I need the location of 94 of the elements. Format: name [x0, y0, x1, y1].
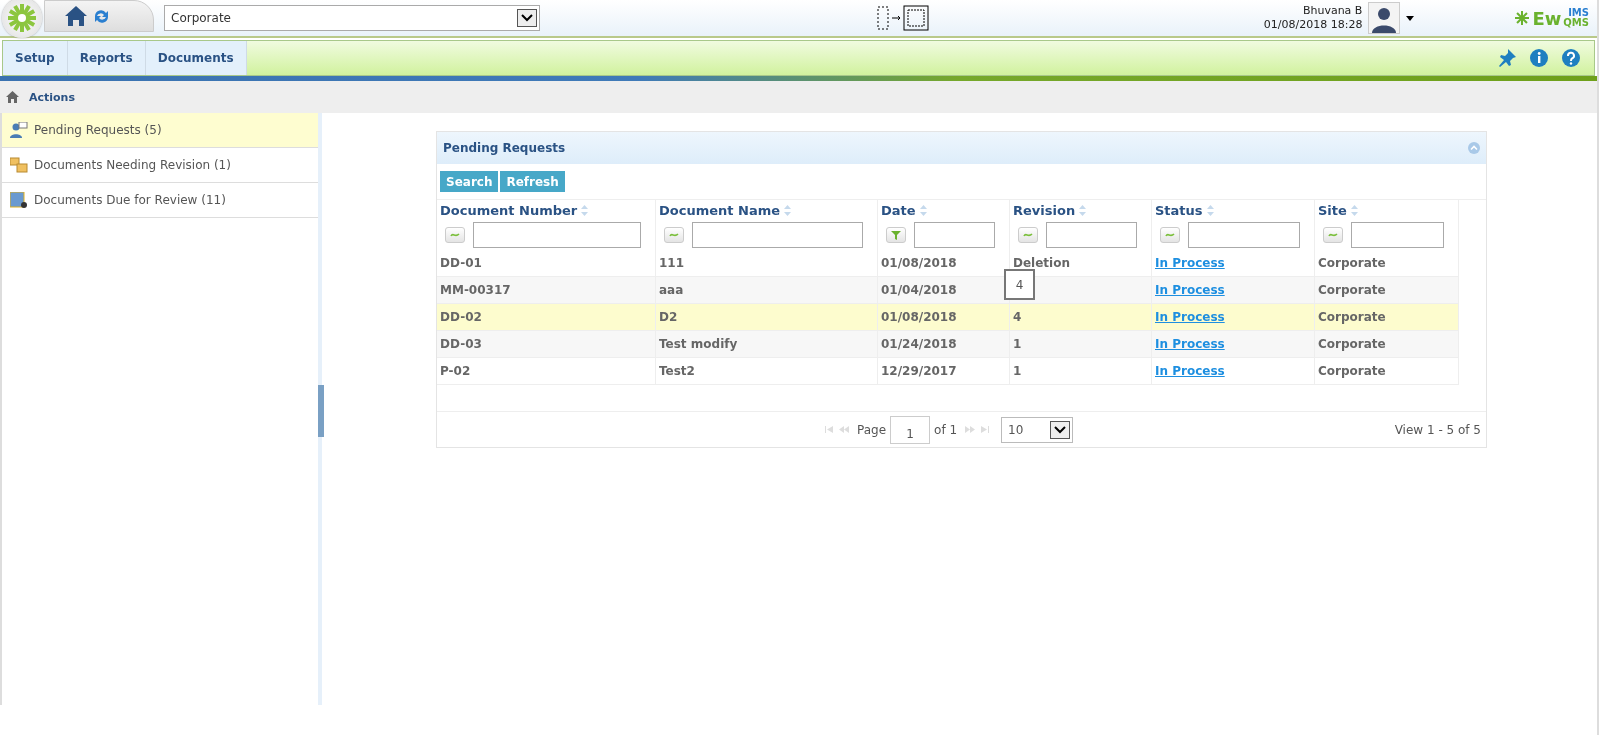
date-cell: 01/24/2018	[881, 337, 957, 351]
filter-field[interactable]	[1046, 222, 1137, 248]
next-page-icon[interactable]	[965, 426, 976, 433]
document-icon	[10, 192, 28, 208]
brand-tag: IMS	[1563, 8, 1589, 18]
refresh-icon[interactable]	[93, 7, 110, 25]
home-icon[interactable]	[6, 91, 19, 103]
site-cell: Corporate	[1318, 256, 1386, 270]
date-cell: 01/04/2018	[881, 283, 957, 297]
page-count: of 1	[934, 422, 958, 437]
sort-icon	[1206, 204, 1214, 216]
revision-cell: 1	[1013, 364, 1022, 378]
document-number-cell: MM-00317	[440, 283, 511, 297]
column-header[interactable]: Document Name	[656, 200, 878, 220]
revision-cell: Deletion	[1013, 256, 1070, 270]
sort-icon	[784, 204, 792, 216]
filter-option-button[interactable]	[1160, 227, 1180, 243]
menu-item[interactable]: Setup	[3, 41, 68, 75]
filter-icon	[891, 230, 901, 240]
filter-field[interactable]	[692, 222, 863, 248]
document-number-cell: DD-02	[440, 310, 482, 324]
panel-title: Pending Requests	[443, 141, 566, 155]
first-page-icon[interactable]	[825, 426, 833, 433]
tilde-icon	[1165, 232, 1175, 238]
help-icon[interactable]	[1562, 49, 1580, 67]
column-header[interactable]: Revision	[1010, 200, 1152, 220]
menu-item[interactable]: Reports	[67, 41, 146, 75]
sort-icon	[1350, 204, 1358, 216]
document-name-cell: Test modify	[659, 337, 738, 351]
tilde-icon	[1328, 232, 1338, 238]
document-name-cell: 111	[659, 256, 685, 270]
flower-icon	[1514, 10, 1531, 26]
avatar[interactable]	[1368, 2, 1401, 34]
document-number-cell: P-02	[440, 364, 471, 378]
filter-option-button[interactable]	[1323, 227, 1343, 243]
caret-icon[interactable]	[1406, 15, 1415, 21]
brand-name: Ew	[1532, 7, 1562, 29]
caret-icon	[521, 14, 533, 22]
document-number-cell: DD-01	[440, 256, 482, 270]
site-cell: Corporate	[1318, 283, 1386, 297]
site-select[interactable]: Corporate	[164, 5, 540, 31]
site-cell: Corporate	[1318, 364, 1386, 378]
column-header[interactable]: Status	[1152, 200, 1315, 220]
filter-field[interactable]	[914, 222, 995, 248]
filter-field[interactable]	[1188, 222, 1300, 248]
page-size-select[interactable]: 10	[1001, 416, 1074, 443]
transfer-icon	[874, 5, 932, 31]
record-count: View 1 - 5 of 5	[1394, 422, 1481, 437]
date-cell: 01/08/2018	[881, 310, 957, 324]
date-time: 01/08/2018 18:28	[1263, 18, 1363, 32]
user-name: Bhuvana B	[1302, 4, 1363, 18]
home-icon[interactable]	[65, 6, 87, 26]
brand-suffix: QMS	[1563, 18, 1589, 28]
last-page-icon[interactable]	[981, 426, 990, 433]
page-label: Page	[857, 422, 887, 437]
sort-icon	[919, 204, 927, 216]
column-header[interactable]: Document Number	[437, 200, 656, 220]
column-header[interactable]: Site	[1315, 200, 1459, 220]
menu-item[interactable]: Documents	[145, 41, 247, 75]
breadcrumb-item[interactable]: Actions	[29, 90, 75, 104]
filter-field[interactable]	[1351, 222, 1444, 248]
collapse-icon[interactable]	[1468, 142, 1480, 154]
filter-option-button[interactable]	[664, 227, 684, 243]
tilde-icon	[1023, 232, 1033, 238]
caret-icon	[1054, 425, 1067, 434]
splitter-handle[interactable]	[318, 385, 324, 437]
tilde-icon	[669, 232, 679, 238]
column-header[interactable]: Date	[878, 200, 1010, 220]
tilde-icon	[450, 232, 460, 238]
date-cell: 12/29/2017	[881, 364, 957, 378]
revision-cell: 4	[1013, 310, 1022, 324]
sort-icon	[581, 204, 589, 216]
page-field[interactable]: 1	[890, 415, 931, 444]
document-name-cell: D2	[659, 310, 678, 324]
person-icon	[10, 122, 28, 138]
filter-field[interactable]	[473, 222, 641, 248]
folders-icon	[10, 157, 28, 173]
filter-option-button[interactable]	[1018, 227, 1038, 243]
site-cell: Corporate	[1318, 337, 1386, 351]
sidebar-item[interactable]: Pending Requests (5)	[2, 113, 318, 148]
document-name-cell: Test2	[659, 364, 695, 378]
filter-option-button[interactable]	[886, 227, 906, 243]
date-cell: 01/08/2018	[881, 256, 957, 270]
document-number-cell: DD-03	[440, 337, 482, 351]
revision-cell: 1	[1013, 337, 1022, 351]
filter-option-button[interactable]	[445, 227, 465, 243]
tooltip: 4	[1004, 269, 1035, 300]
sort-icon	[1079, 204, 1087, 216]
previous-page-icon[interactable]	[839, 426, 849, 433]
logo-icon[interactable]	[2, 0, 42, 38]
pin-icon[interactable]	[1498, 49, 1516, 67]
document-name-cell: aaa	[659, 283, 684, 297]
info-icon[interactable]	[1530, 49, 1548, 67]
site-cell: Corporate	[1318, 310, 1386, 324]
